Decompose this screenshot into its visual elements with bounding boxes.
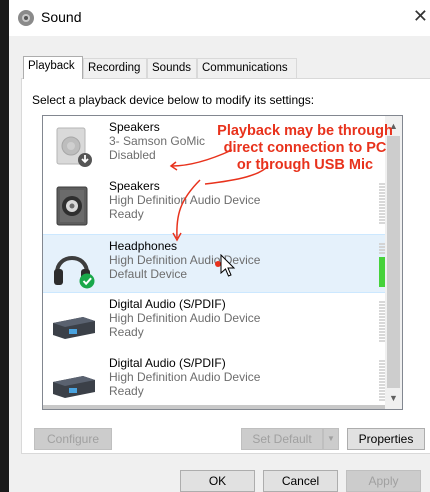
spdif-device-icon — [53, 317, 95, 339]
list-item[interactable]: Digital Audio (S/PDIF) High Definition A… — [43, 352, 393, 409]
device-state: Ready — [109, 325, 144, 339]
configure-button[interactable]: Configure — [34, 428, 112, 450]
list-item[interactable]: Speakers High Definition Audio Device Re… — [43, 175, 393, 234]
properties-button[interactable]: Properties — [347, 428, 425, 450]
tab-recording[interactable]: Recording — [83, 58, 147, 78]
apply-button[interactable]: Apply — [346, 470, 421, 492]
device-name: Digital Audio (S/PDIF) — [109, 297, 226, 311]
device-state: Disabled — [109, 148, 156, 162]
close-icon[interactable]: ✕ — [413, 6, 428, 27]
device-state: Default Device — [109, 267, 188, 281]
spdif-device-icon — [53, 376, 95, 398]
device-name: Digital Audio (S/PDIF) — [109, 356, 226, 370]
window-title: Sound — [41, 9, 82, 25]
tab-playback[interactable]: Playback — [23, 56, 83, 79]
headphones-default-icon — [54, 256, 95, 289]
set-default-button[interactable]: Set Default — [241, 428, 323, 450]
annotation-line: direct connection to PC — [223, 140, 387, 156]
cancel-button[interactable]: Cancel — [263, 470, 338, 492]
list-item[interactable]: Digital Audio (S/PDIF) High Definition A… — [43, 293, 393, 352]
tab-communications[interactable]: Communications — [197, 58, 297, 78]
title-bar: Sound ✕ — [9, 0, 430, 36]
ok-button[interactable]: OK — [180, 470, 255, 492]
instruction-text: Select a playback device below to modify… — [32, 93, 315, 107]
annotation-line: or through USB Mic — [236, 157, 374, 173]
speaker-icon — [56, 186, 88, 226]
speaker-disabled-icon — [56, 127, 92, 167]
list-bottom-edge — [43, 405, 386, 409]
mouse-cursor-icon — [220, 254, 236, 277]
tab-sounds[interactable]: Sounds — [147, 58, 197, 78]
device-state: Ready — [109, 384, 144, 398]
list-item-selected[interactable]: Headphones High Definition Audio Device … — [43, 234, 393, 293]
device-name: Speakers — [109, 120, 160, 134]
device-description: High Definition Audio Device — [109, 311, 261, 325]
sound-dialog: Sound ✕ Playback Recording Sounds Commun… — [9, 0, 430, 492]
set-default-dropdown-icon[interactable]: ▼ — [323, 428, 339, 450]
device-description: High Definition Audio Device — [109, 370, 261, 384]
device-name: Headphones — [109, 239, 178, 253]
annotation-text: Playback may be through direct connectio… — [205, 123, 405, 174]
device-state: Ready — [109, 207, 144, 221]
scroll-down-icon[interactable]: ▼ — [385, 390, 402, 407]
sound-app-icon — [18, 10, 34, 26]
device-name: Speakers — [109, 179, 160, 193]
annotation-line: Playback may be through — [217, 123, 393, 139]
device-description: High Definition Audio Device — [109, 193, 261, 207]
device-description: 3- Samson GoMic — [109, 134, 206, 148]
